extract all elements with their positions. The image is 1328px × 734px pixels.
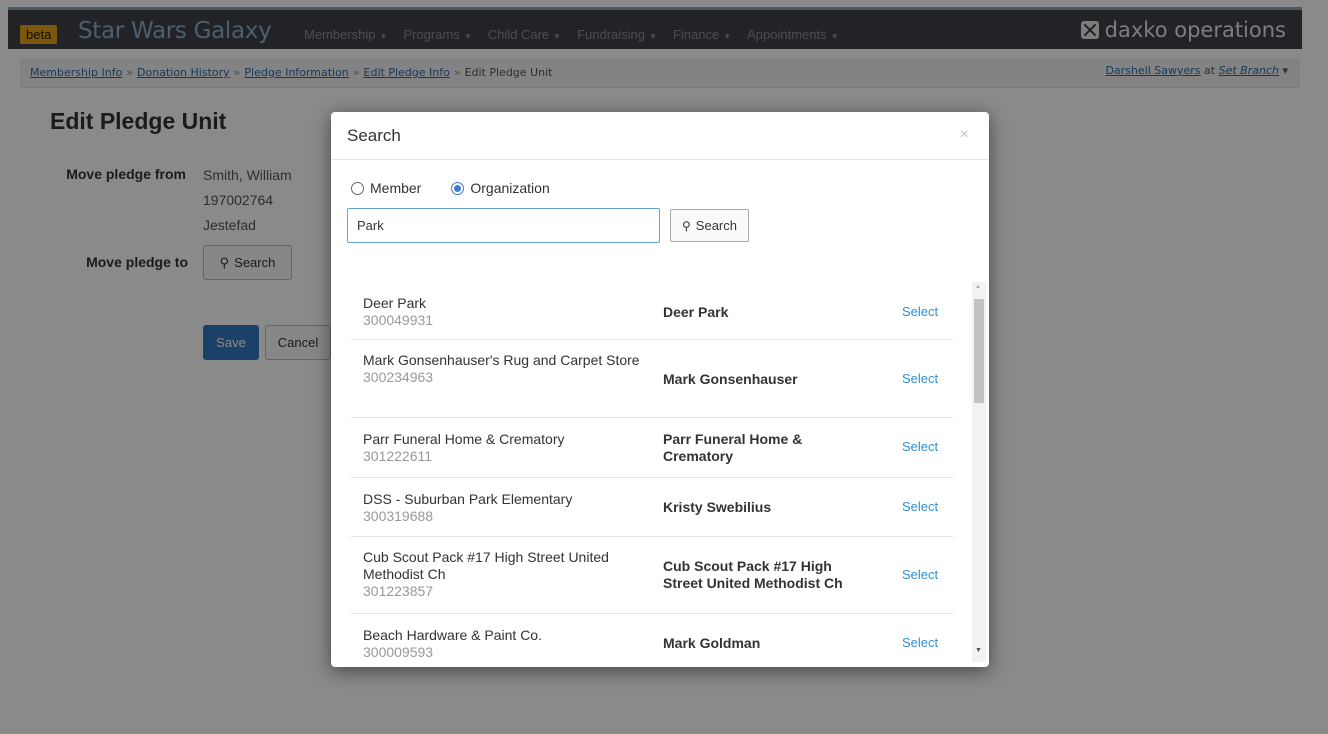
result-id: 300009593 [363, 644, 434, 660]
select-link[interactable]: Select [902, 635, 938, 650]
result-contact: Mark Goldman [663, 635, 761, 651]
select-link[interactable]: Select [902, 567, 938, 582]
close-icon[interactable]: × [960, 126, 969, 144]
result-name: DSS - Suburban Park Elementary 300319688 [363, 491, 643, 525]
radio-member[interactable]: Member [351, 180, 421, 196]
result-name: Deer Park 300049931 [363, 295, 643, 329]
result-row: Mark Gonsenhauser's Rug and Carpet Store… [351, 340, 953, 418]
scrollbar-thumb[interactable] [974, 299, 984, 403]
scroll-up-icon[interactable]: ▲ [975, 284, 981, 290]
result-row: Beach Hardware & Paint Co. 300009593 Mar… [351, 614, 953, 667]
result-name: Cub Scout Pack #17 High Street United Me… [363, 549, 643, 600]
result-contact: Kristy Swebilius [663, 499, 772, 515]
result-row: DSS - Suburban Park Elementary 300319688… [351, 478, 953, 537]
radio-organization[interactable]: Organization [451, 180, 550, 196]
select-link[interactable]: Select [902, 439, 938, 454]
result-id: 301222611 [363, 448, 433, 464]
select-link[interactable]: Select [902, 304, 938, 319]
result-contact: Deer Park [663, 304, 729, 320]
results-list: Deer Park 300049931 Deer Park Select Mar… [351, 282, 953, 667]
result-contact: Cub Scout Pack #17 High Street United Me… [663, 558, 843, 591]
search-type-radios: Member Organization [351, 180, 550, 196]
radio-checked-icon [451, 181, 465, 195]
modal-title: Search [347, 126, 401, 145]
result-contact: Mark Gonsenhauser [663, 371, 798, 387]
result-name: Mark Gonsenhauser's Rug and Carpet Store… [363, 352, 643, 386]
result-contact: Parr Funeral Home & Crematory [663, 431, 803, 464]
result-id: 301223857 [363, 583, 434, 599]
select-link[interactable]: Select [902, 371, 938, 386]
search-icon: ⚲ [682, 218, 691, 233]
search-button[interactable]: ⚲ Search [670, 209, 749, 242]
result-id: 300234963 [363, 369, 434, 385]
radio-unchecked-icon [351, 181, 364, 195]
scroll-down-icon[interactable]: ▼ [975, 647, 982, 654]
result-name: Beach Hardware & Paint Co. 300009593 [363, 627, 643, 661]
result-row: Cub Scout Pack #17 High Street United Me… [351, 537, 953, 614]
search-modal: Search × Member Organization Park ⚲ Sear… [331, 112, 989, 667]
modal-header: Search × [331, 112, 989, 160]
search-input[interactable]: Park [347, 208, 660, 243]
result-row: Deer Park 300049931 Deer Park Select [351, 282, 953, 340]
select-link[interactable]: Select [902, 499, 938, 514]
result-row: Parr Funeral Home & Crematory 301222611 … [351, 418, 953, 478]
result-id: 300049931 [363, 312, 434, 328]
result-name: Parr Funeral Home & Crematory 301222611 [363, 431, 643, 465]
result-id: 300319688 [363, 508, 434, 524]
